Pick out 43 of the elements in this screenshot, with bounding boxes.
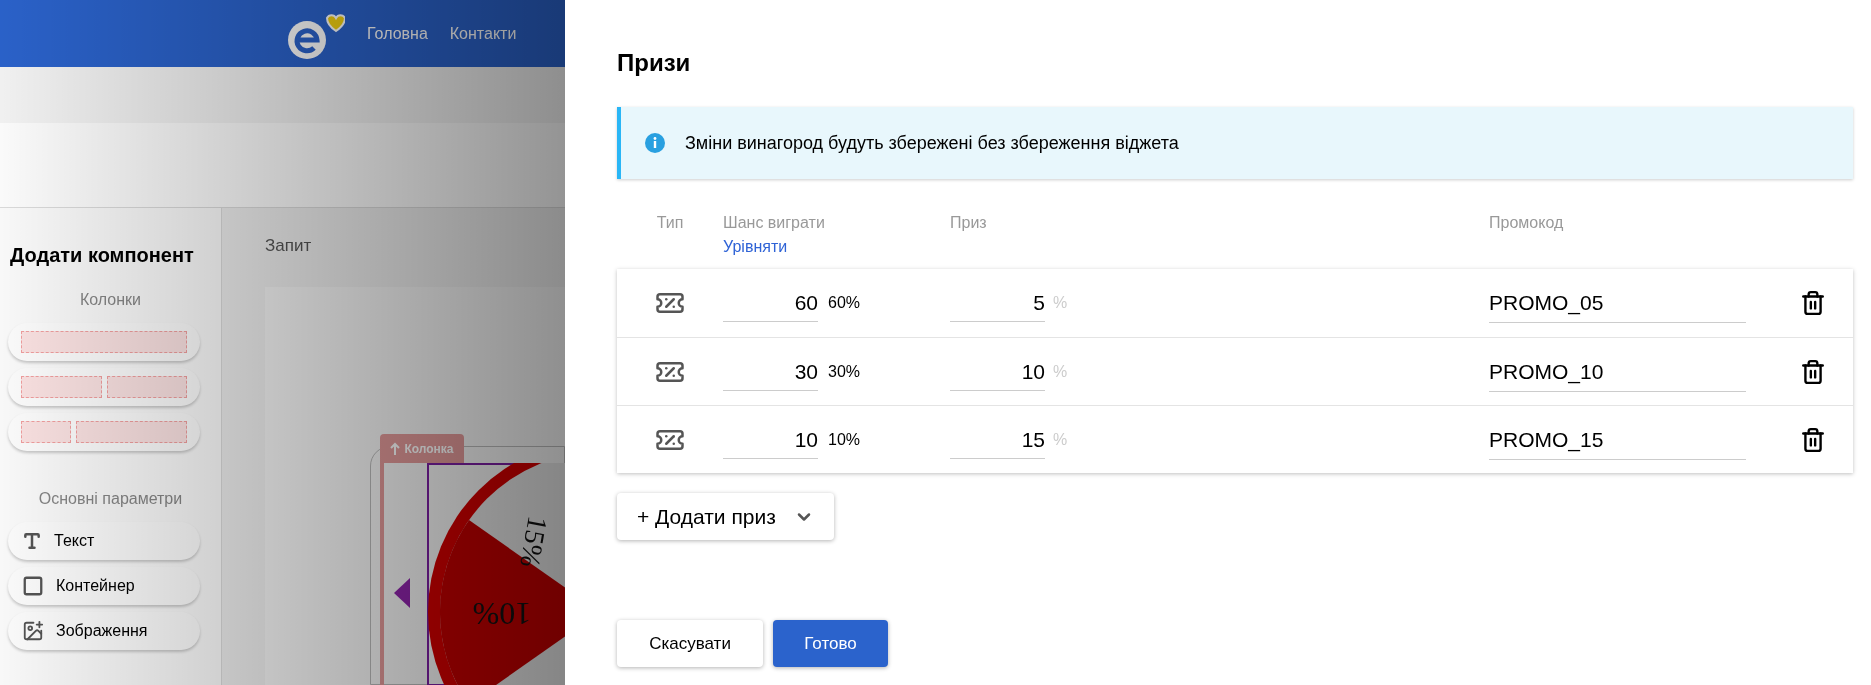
section-heading: Основні параметри [37, 489, 184, 509]
sidebar-title: Додати компонент [9, 243, 195, 268]
chance-share: 30% [828, 361, 861, 382]
component-item[interactable]: Текст [8, 522, 200, 560]
cancel-button[interactable]: Скасувати [617, 620, 763, 667]
unit-label: % [1053, 361, 1068, 382]
component-item[interactable]: Зображення [8, 612, 200, 650]
column-header: Промокод [1489, 213, 1565, 233]
pointer-icon [392, 576, 412, 610]
info-text: Зміни винагород будуть збережені без збереження віджета [685, 131, 1179, 155]
promo-code-field[interactable]: PROMO_15 [1489, 419, 1746, 460]
canvas-title: Запит [265, 235, 312, 257]
nav-link[interactable]: Контакти [449, 21, 517, 46]
column-header: Шанс виграти [723, 213, 826, 233]
chance-field[interactable]: 30 [723, 352, 818, 391]
dialog-title: Призи [617, 48, 692, 78]
promo-code-field[interactable]: PROMO_10 [1489, 351, 1746, 392]
prize-field[interactable]: 15 [950, 420, 1045, 459]
component-item[interactable]: Контейнер [8, 567, 200, 605]
done-button[interactable]: Готово [773, 620, 888, 667]
chance-field[interactable]: 10 [723, 420, 818, 459]
arrow-up-icon [390, 441, 401, 456]
image-icon [22, 620, 44, 642]
unit-label: % [1053, 293, 1068, 313]
text-icon [22, 531, 42, 551]
info-icon [645, 133, 665, 153]
chance-field[interactable]: 60 [723, 284, 818, 322]
nav-link[interactable]: Головна [367, 21, 428, 46]
delete-icon[interactable] [1800, 426, 1826, 453]
square-icon [22, 575, 44, 597]
delete-icon[interactable] [1800, 358, 1826, 385]
equalize-link[interactable]: Урівняти [723, 235, 950, 259]
column-header: Приз [950, 213, 988, 233]
promo-code-field[interactable]: PROMO_05 [1489, 283, 1746, 323]
prize-field[interactable]: 10 [950, 352, 1045, 391]
section-heading: Колонки [78, 290, 143, 310]
unit-label: % [1053, 429, 1068, 450]
delete-icon[interactable] [1800, 290, 1826, 316]
chance-share: 60% [828, 293, 861, 313]
column-header: Тип [656, 213, 684, 233]
prize-field[interactable]: 5 [950, 284, 1045, 322]
add-prize-button[interactable]: + Додати приз [617, 493, 834, 540]
chance-share: 10% [828, 429, 861, 450]
